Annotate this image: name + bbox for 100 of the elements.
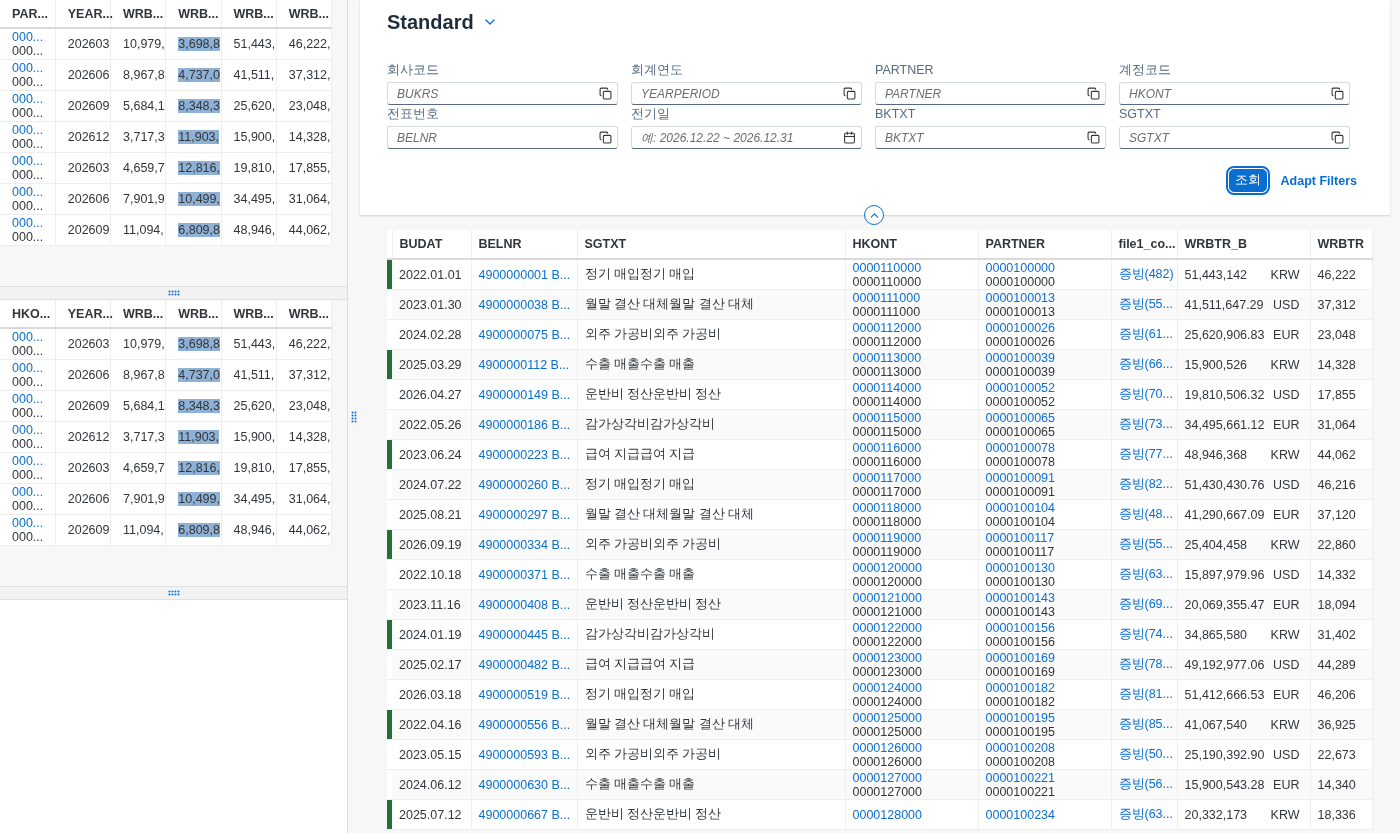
account-link[interactable]: 0000115000 xyxy=(852,410,922,425)
partner-link[interactable]: 0000100221 xyxy=(985,770,1056,785)
partner-link[interactable]: 0000100091 xyxy=(985,470,1056,485)
adapt-filters-button[interactable]: Adapt Filters xyxy=(1274,170,1363,191)
copy-icon[interactable] xyxy=(1331,87,1344,100)
document-link[interactable]: 4900000371 B... xyxy=(478,567,571,582)
column-header[interactable]: WRBTR_B xyxy=(1177,230,1310,259)
attachment-link[interactable]: 증빙(63... xyxy=(1118,807,1173,821)
account-link[interactable]: 0000127000 xyxy=(852,770,923,785)
calendar-icon[interactable] xyxy=(843,131,856,144)
partner-link[interactable]: 0000100117 xyxy=(985,530,1055,545)
column-header[interactable]: WRBTR xyxy=(1310,230,1372,259)
column-header[interactable]: PARTNER xyxy=(978,230,1111,259)
account-link[interactable]: 0000121000 xyxy=(852,590,923,605)
document-link[interactable]: 4900000149 B... xyxy=(478,387,571,402)
code-link[interactable]: 000... xyxy=(12,454,44,468)
account-link[interactable]: 0000126000 xyxy=(852,740,923,755)
input-field[interactable]: 예: 2026.12.22 ~ 2026.12.31 xyxy=(631,126,862,149)
document-link[interactable]: 4900000593 B... xyxy=(478,747,571,762)
attachment-link[interactable]: 증빙(70... xyxy=(1118,387,1173,401)
input-field[interactable]: BELNR xyxy=(387,126,618,149)
code-link[interactable]: 000... xyxy=(12,485,44,499)
code-link[interactable]: 000... xyxy=(12,423,44,437)
column-header[interactable]: PAR... xyxy=(0,0,56,28)
column-header[interactable]: WRB... xyxy=(221,0,277,28)
column-header[interactable]: WRB... xyxy=(165,300,221,328)
code-link[interactable]: 000... xyxy=(12,123,44,137)
copy-icon[interactable] xyxy=(1331,131,1344,144)
column-header[interactable]: HKONT xyxy=(845,230,978,259)
document-link[interactable]: 4900000001 B... xyxy=(478,267,571,282)
account-link[interactable]: 0000110000 xyxy=(852,260,922,275)
partner-link[interactable]: 0000100026 xyxy=(985,320,1056,335)
partner-link[interactable]: 0000100182 xyxy=(985,680,1056,695)
document-link[interactable]: 4900000519 B... xyxy=(478,687,571,702)
attachment-link[interactable]: 증빙(48... xyxy=(1118,507,1173,521)
partner-link[interactable]: 0000100065 xyxy=(985,410,1056,425)
column-header[interactable]: HKO... xyxy=(0,300,56,328)
code-link[interactable]: 000... xyxy=(12,185,44,199)
copy-icon[interactable] xyxy=(599,131,612,144)
attachment-link[interactable]: 증빙(50... xyxy=(1118,747,1173,761)
column-header[interactable]: WRB... xyxy=(165,0,221,28)
column-header[interactable]: BELNR xyxy=(471,230,577,259)
partner-link[interactable]: 0000100039 xyxy=(985,350,1056,365)
account-link[interactable]: 0000118000 xyxy=(852,500,922,515)
partner-link[interactable]: 0000100234 xyxy=(985,807,1056,822)
grip-icon[interactable] xyxy=(167,290,180,296)
code-link[interactable]: 000... xyxy=(12,216,44,230)
document-link[interactable]: 4900000667 B... xyxy=(478,807,571,822)
column-header[interactable]: YEAR... xyxy=(55,300,111,328)
copy-icon[interactable] xyxy=(1087,87,1100,100)
input-field[interactable]: BUKRS xyxy=(387,82,618,105)
partner-link[interactable]: 0000100156 xyxy=(985,620,1056,635)
partner-link[interactable]: 0000100208 xyxy=(985,740,1056,755)
partner-link[interactable]: 0000100104 xyxy=(985,500,1056,515)
account-link[interactable]: 0000113000 xyxy=(852,350,922,365)
partner-link[interactable]: 0000100195 xyxy=(985,710,1056,725)
account-link[interactable]: 0000111000 xyxy=(852,290,921,305)
attachment-link[interactable]: 증빙(74... xyxy=(1118,627,1173,641)
column-header[interactable]: file1_co... xyxy=(1111,230,1177,259)
column-header[interactable]: BUDAT xyxy=(392,230,471,259)
account-link[interactable]: 0000117000 xyxy=(852,470,922,485)
code-link[interactable]: 000... xyxy=(12,330,44,344)
partner-link[interactable]: 0000100143 xyxy=(985,590,1056,605)
input-field[interactable]: SGTXT xyxy=(1119,126,1350,149)
account-link[interactable]: 0000128000 xyxy=(852,807,923,822)
partner-link[interactable]: 0000100078 xyxy=(985,440,1056,455)
document-link[interactable]: 4900000445 B... xyxy=(478,627,571,642)
input-field[interactable]: HKONT xyxy=(1119,82,1350,105)
column-header[interactable]: WRB... xyxy=(276,0,332,28)
attachment-link[interactable]: 증빙(81... xyxy=(1118,687,1173,701)
partner-link[interactable]: 0000100000 xyxy=(985,260,1056,275)
grip-icon[interactable] xyxy=(351,410,357,423)
grip-icon[interactable] xyxy=(167,590,180,596)
document-link[interactable]: 4900000223 B... xyxy=(478,447,571,462)
code-link[interactable]: 000... xyxy=(12,30,44,44)
partner-link[interactable]: 0000100052 xyxy=(985,380,1056,395)
column-header[interactable]: SGTXT xyxy=(577,230,845,259)
account-link[interactable]: 0000116000 xyxy=(852,440,922,455)
search-button[interactable]: 조회 xyxy=(1228,169,1267,192)
attachment-link[interactable]: 증빙(61... xyxy=(1118,327,1173,341)
account-link[interactable]: 0000114000 xyxy=(852,380,922,395)
code-link[interactable]: 000... xyxy=(12,361,44,375)
code-link[interactable]: 000... xyxy=(12,516,44,530)
account-link[interactable]: 0000122000 xyxy=(852,620,923,635)
copy-icon[interactable] xyxy=(1087,131,1100,144)
attachment-link[interactable]: 증빙(77... xyxy=(1118,447,1173,461)
input-field[interactable]: BKTXT xyxy=(875,126,1106,149)
account-link[interactable]: 0000112000 xyxy=(852,320,922,335)
attachment-link[interactable]: 증빙(63... xyxy=(1118,567,1173,581)
copy-icon[interactable] xyxy=(843,87,856,100)
column-header[interactable]: WRB... xyxy=(221,300,277,328)
input-field[interactable]: YEARPERIOD xyxy=(631,82,862,105)
account-link[interactable]: 0000120000 xyxy=(852,560,923,575)
account-link[interactable]: 0000119000 xyxy=(852,530,922,545)
column-header[interactable]: YEAR... xyxy=(55,0,111,28)
document-link[interactable]: 4900000297 B... xyxy=(478,507,571,522)
account-link[interactable]: 0000123000 xyxy=(852,650,923,665)
partner-link[interactable]: 0000100130 xyxy=(985,560,1056,575)
account-link[interactable]: 0000124000 xyxy=(852,680,923,695)
copy-icon[interactable] xyxy=(599,87,612,100)
